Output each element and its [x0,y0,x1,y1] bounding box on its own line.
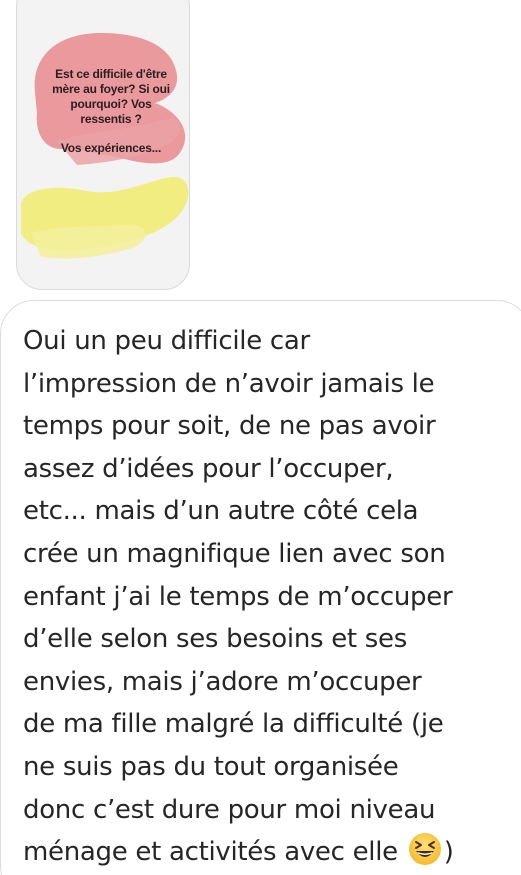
story-prompt: Vos expériences... [60,141,162,155]
story-question: Est ce difficile d'être mère au foyer? S… [52,67,170,126]
grinning-squinting-face-emoji [408,833,441,866]
message-closing: ) [443,837,454,868]
story-reply-card[interactable]: Est ce difficile d'être mère au foyer? S… [16,0,190,290]
message-body: Oui un peu difficile car l’impression de… [23,326,453,868]
message-text: Oui un peu difficile car l’impression de… [23,320,515,874]
